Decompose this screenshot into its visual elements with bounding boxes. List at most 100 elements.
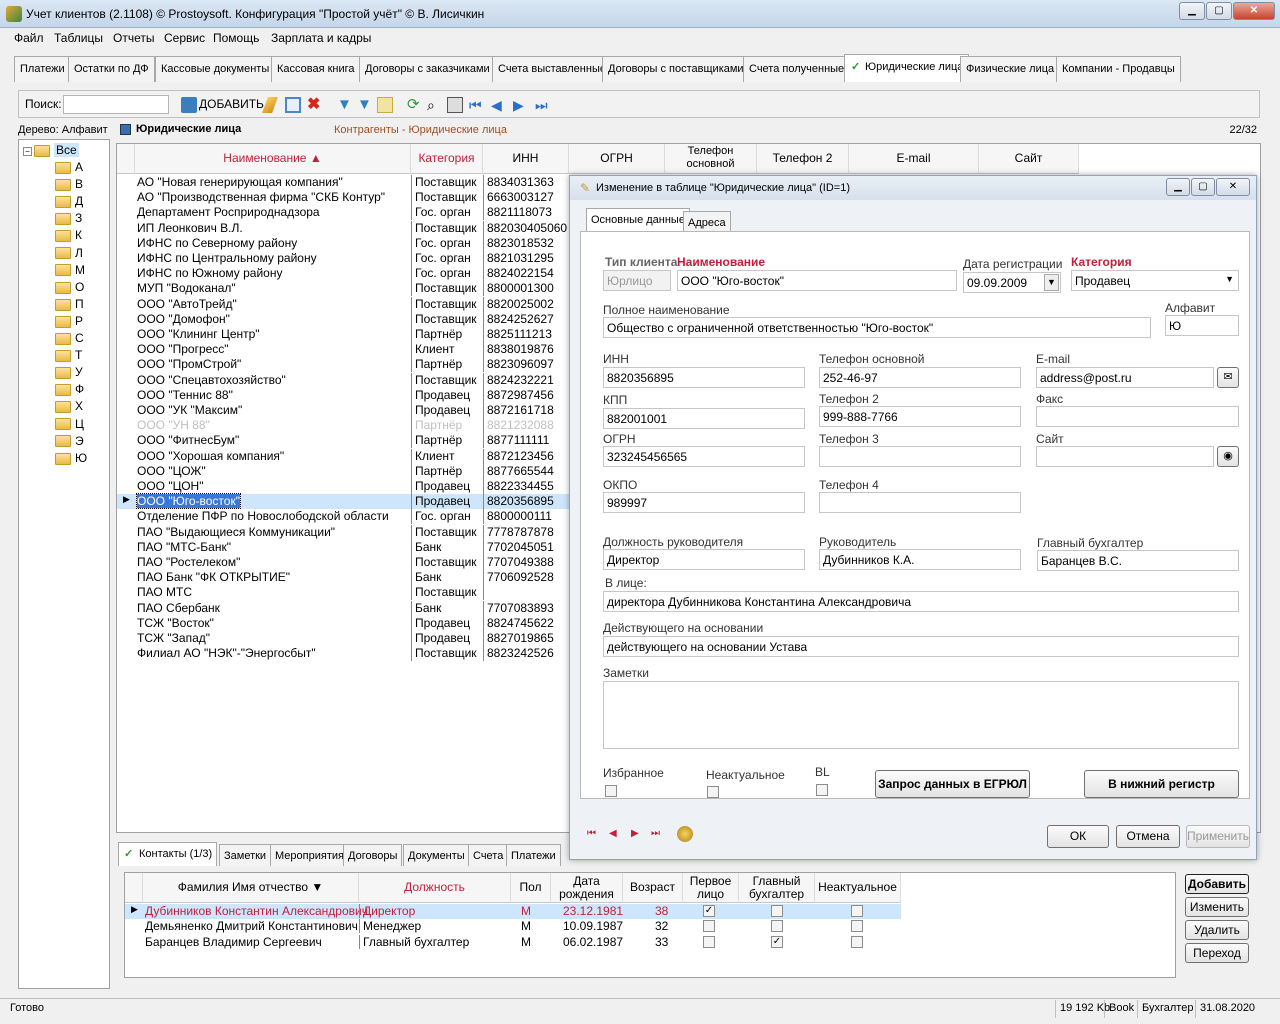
tree-item[interactable]: Т: [55, 348, 82, 364]
column-header-phone2[interactable]: Телефон 2: [757, 144, 849, 174]
egrul-request-button[interactable]: Запрос данных в ЕГРЮЛ: [875, 770, 1030, 798]
tab-accounts[interactable]: Счета: [468, 844, 509, 866]
table-row[interactable]: АО "Новая генерирующая компания" Поставщи…: [117, 175, 569, 190]
table-row[interactable]: ООО "ФитнесБум" Партнёр 8877111111: [117, 433, 569, 449]
tree-item[interactable]: З: [55, 211, 82, 227]
contact-row[interactable]: Демьяненко Дмитрий Константинович Менедже…: [125, 919, 901, 934]
dialog-minimize-button[interactable]: ▁: [1166, 178, 1190, 196]
lowercase-button[interactable]: В нижний регистр: [1084, 770, 1239, 798]
tree-item[interactable]: Ф: [55, 382, 84, 398]
edit-icon[interactable]: [262, 97, 278, 113]
first-person-checkbox[interactable]: ✓: [703, 905, 715, 917]
dialog-tab-addresses[interactable]: Адреса: [683, 211, 731, 232]
filter-edit-icon[interactable]: ▼: [357, 97, 373, 113]
tab-contracts[interactable]: Договоры: [343, 844, 403, 866]
accountant-field[interactable]: Баранцев В.С.: [1037, 550, 1239, 571]
email-field[interactable]: address@post.ru: [1036, 367, 1214, 388]
table-row[interactable]: ООО "ЦОН" Продавец 8822334455: [117, 479, 569, 494]
tree-item[interactable]: В: [55, 177, 83, 193]
tab-cash-book[interactable]: Кассовая книга: [271, 56, 361, 82]
table-row[interactable]: ООО "Прогресс" Клиент 8838019876: [117, 342, 569, 358]
favorite-checkbox[interactable]: [605, 785, 617, 797]
phone3-field[interactable]: [819, 446, 1021, 467]
tab-balances[interactable]: Остатки по ДФ: [68, 56, 155, 82]
last-record-icon[interactable]: ⏭: [535, 97, 551, 113]
head-field[interactable]: Дубинников К.А.: [819, 549, 1021, 570]
table-row[interactable]: ООО "ПромСтрой" Партнёр 8823096097: [117, 357, 569, 373]
kpp-field[interactable]: 882001001: [603, 408, 805, 429]
notes-field[interactable]: [603, 681, 1239, 749]
dialog-close-button[interactable]: ✕: [1216, 178, 1250, 196]
tab-invoices-received[interactable]: Счета полученные: [743, 56, 851, 82]
column-header-phone-main[interactable]: Телефон основной: [665, 144, 757, 174]
acting-basis-field[interactable]: действующего на основании Устава: [603, 636, 1239, 657]
table-row[interactable]: ООО "Домофон" Поставщик 8824252627: [117, 311, 569, 327]
chief-accountant-checkbox[interactable]: [771, 920, 783, 933]
name-field[interactable]: ООО "Юго-восток": [677, 270, 957, 291]
bl-checkbox[interactable]: [816, 784, 828, 796]
full-name-field[interactable]: Общество с ограниченной ответственностью…: [603, 317, 1151, 338]
envelope-icon[interactable]: ✉: [1217, 367, 1239, 388]
table-row[interactable]: МУП "Водоканал" Поставщик 8800001300: [117, 281, 569, 297]
first-record-icon[interactable]: ⏮: [469, 97, 485, 113]
tree-item[interactable]: У: [55, 365, 83, 381]
tree-item[interactable]: Э: [55, 434, 84, 450]
tree-item[interactable]: А: [55, 160, 83, 176]
table-row[interactable]: Филиал АО "НЭК"-"Энергосбыт" Поставщик 882…: [117, 646, 569, 662]
table-row[interactable]: ТСЖ "Восток" Продавец 8824745622: [117, 615, 569, 631]
tree-item[interactable]: Х: [55, 399, 83, 415]
table-row[interactable]: ООО "ЦОЖ" Партнёр 8877665544: [117, 463, 569, 479]
column-header-name[interactable]: Наименование ▲: [135, 144, 411, 174]
prev-record-icon[interactable]: ◀: [609, 828, 617, 839]
contact-delete-button[interactable]: Удалить: [1185, 920, 1249, 940]
table-row[interactable]: АО "Производственная фирма "СКБ Контур" П…: [117, 190, 569, 206]
prev-record-icon[interactable]: ◀: [491, 97, 507, 113]
table-row[interactable]: ПАО "Ростелеком" Поставщик 7707049388: [117, 555, 569, 570]
tree-item[interactable]: П: [55, 297, 84, 313]
inactual-checkbox[interactable]: [851, 905, 863, 917]
menu-tables[interactable]: Таблицы: [54, 31, 103, 45]
contact-row[interactable]: ▶ Дубинников Константин Александрович Дире…: [125, 904, 901, 919]
dialog-tab-main[interactable]: Основные данные: [586, 208, 690, 232]
table-row[interactable]: ООО "Клининг Центр" Партнёр 8825111213: [117, 327, 569, 342]
reg-date-field[interactable]: 09.09.2009 ▼: [963, 272, 1061, 293]
table-row[interactable]: ПАО Банк "ФК ОТКРЫТИЕ" Банк 7706092528: [117, 570, 569, 586]
minimize-button[interactable]: ▁: [1179, 2, 1205, 20]
tree-item[interactable]: С: [55, 331, 84, 347]
menu-service[interactable]: Сервис: [164, 31, 205, 45]
inactual-checkbox[interactable]: [851, 935, 863, 948]
tab-payments[interactable]: Платежи: [14, 56, 71, 82]
tab-legal-entities[interactable]: ✓ Юридические лица: [844, 54, 970, 82]
next-record-icon[interactable]: ▶: [513, 97, 529, 113]
inn-field[interactable]: 8820356895: [603, 367, 805, 388]
column-header-first[interactable]: Первое лицо: [683, 873, 739, 903]
table-row[interactable]: ПАО Сбербанк Банк 7707083893: [117, 600, 569, 616]
menu-payroll[interactable]: Зарплата и кадры: [271, 31, 371, 45]
tab-individuals[interactable]: Физические лица: [960, 56, 1061, 82]
globe-icon[interactable]: ◉: [1217, 446, 1239, 467]
table-row[interactable]: ИФНС по Центральному району Гос. орган 882…: [117, 251, 569, 266]
column-header-acc[interactable]: Главный бухгалтер: [739, 873, 815, 903]
column-header-email[interactable]: E-mail: [849, 144, 979, 174]
table-row[interactable]: ТСЖ "Запад" Продавец 8827019865: [117, 631, 569, 646]
first-person-checkbox[interactable]: [703, 935, 715, 948]
fax-field[interactable]: [1036, 406, 1239, 427]
inactual-checkbox[interactable]: [707, 786, 719, 798]
tab-companies-sellers[interactable]: Компании - Продавцы: [1056, 56, 1181, 82]
alphabet-field[interactable]: Ю: [1165, 315, 1239, 336]
tree-item[interactable]: Ю: [55, 451, 87, 467]
column-header-inactual[interactable]: Неактуальное: [815, 873, 901, 903]
table-row[interactable]: Департамент Росприроднадзора Гос. орган 88…: [117, 205, 569, 221]
next-record-icon[interactable]: ▶: [631, 828, 639, 839]
ogrn-field[interactable]: 323245456565: [603, 446, 805, 467]
menu-help[interactable]: Помощь: [213, 31, 259, 45]
table-row[interactable]: ООО "УК "Максим" Продавец 8872161718: [117, 403, 569, 418]
tree-item[interactable]: Ц: [55, 417, 84, 433]
phone-main-field[interactable]: 252-46-97: [819, 367, 1021, 388]
column-header-birth[interactable]: Дата рождения: [551, 873, 623, 903]
search-input[interactable]: [63, 95, 169, 114]
print-icon[interactable]: [447, 97, 463, 113]
tab-documents[interactable]: Документы: [403, 844, 470, 866]
tab-payments-sub[interactable]: Платежи: [506, 844, 561, 866]
tree-item[interactable]: Р: [55, 314, 83, 330]
